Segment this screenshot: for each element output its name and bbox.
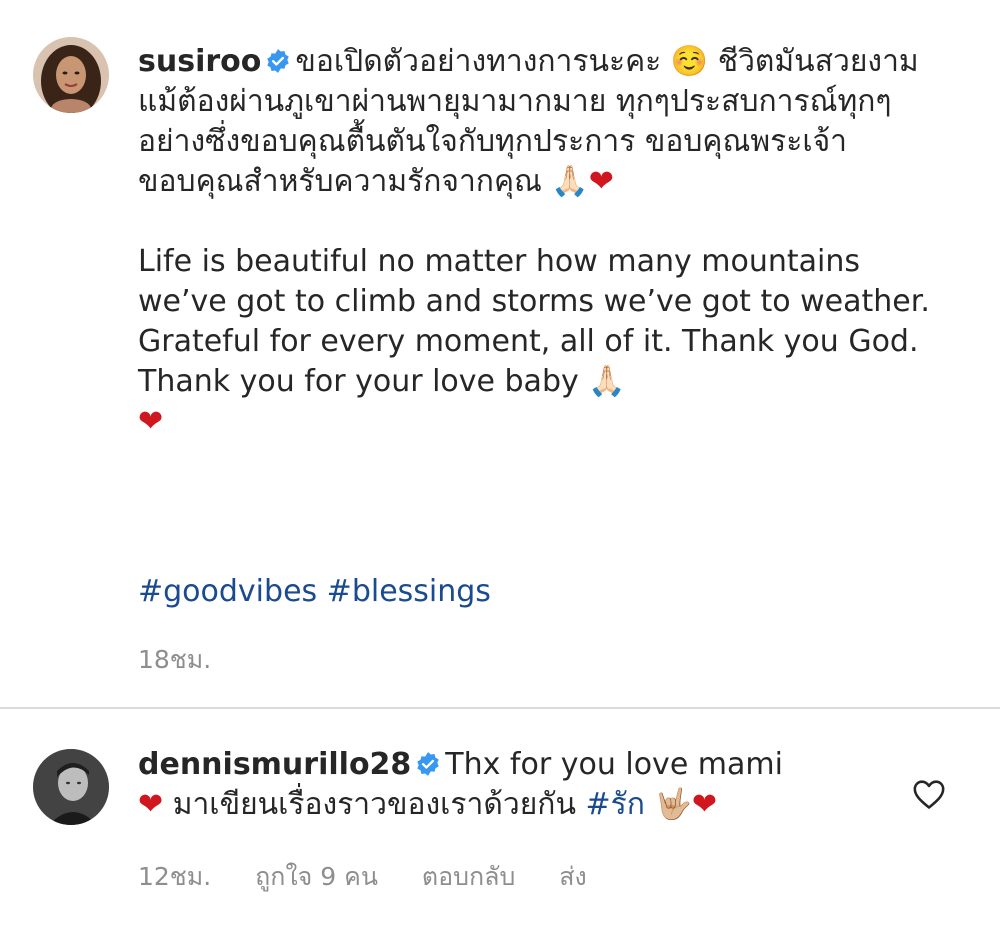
caption-english: Life is beautiful no matter how many mou… bbox=[138, 242, 948, 442]
avatar-image-2 bbox=[33, 749, 109, 825]
post-caption: susiroo ขอเปิดตัวอย่างทางการนะคะ ☺️ ชีวิต… bbox=[138, 42, 948, 442]
comment-username[interactable]: dennismurillo28 bbox=[138, 747, 411, 782]
post-username[interactable]: susiroo bbox=[138, 44, 261, 79]
verified-badge-icon bbox=[265, 48, 291, 74]
reply-button[interactable]: ตอบกลับ bbox=[422, 862, 515, 891]
hashtags-link[interactable]: #goodvibes #blessings bbox=[138, 574, 491, 609]
heart-outline-icon[interactable] bbox=[912, 778, 946, 810]
comment-text-2: มาเขียนเรื่องราวของเราด้วยกัน bbox=[172, 787, 576, 822]
avatar-dennismurillo28[interactable] bbox=[33, 749, 109, 825]
comment-time[interactable]: 12ชม. bbox=[138, 862, 211, 891]
heart-emoji-2: ❤ bbox=[138, 404, 164, 439]
post-time[interactable]: 18ชม. bbox=[138, 645, 211, 674]
avatar-susiroo[interactable] bbox=[33, 37, 109, 113]
heart-emoji-3: ❤ bbox=[138, 787, 164, 822]
rock-hand-emoji: 🤟🏼 bbox=[654, 787, 692, 822]
heart-emoji: ❤ bbox=[588, 164, 614, 199]
comment-meta: 12ชม. ถูกใจ 9 คน ตอบกลับ ส่ง bbox=[138, 857, 623, 897]
avatar-image bbox=[33, 37, 109, 113]
comment-text-1: Thx for you love mami bbox=[445, 747, 783, 782]
comment-likes[interactable]: ถูกใจ 9 คน bbox=[255, 862, 378, 891]
heart-emoji-4: ❤ bbox=[691, 787, 717, 822]
caption-thai-paragraph: susiroo ขอเปิดตัวอย่างทางการนะคะ ☺️ ชีวิต… bbox=[138, 42, 948, 202]
caption-english-text: Life is beautiful no matter how many mou… bbox=[138, 244, 930, 399]
comment-hashtag[interactable]: #รัก bbox=[586, 787, 645, 822]
post-hashtags: #goodvibes #blessings bbox=[138, 572, 948, 612]
post-timestamp: 18ชม. bbox=[138, 640, 247, 680]
divider bbox=[0, 707, 1000, 709]
verified-badge-icon bbox=[415, 751, 441, 777]
comment-text: dennismurillo28 Thx for you love mami ❤ มา… bbox=[138, 745, 898, 825]
send-button[interactable]: ส่ง bbox=[559, 862, 586, 891]
